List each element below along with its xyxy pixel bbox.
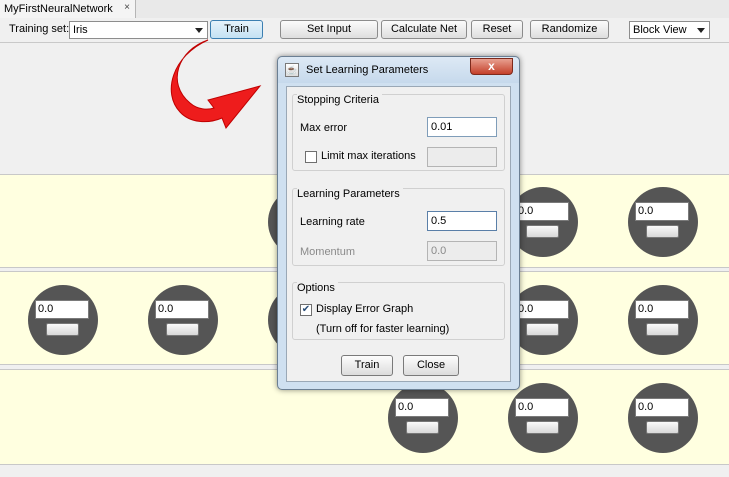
neuron-button[interactable] bbox=[406, 421, 439, 434]
train-button[interactable]: Train bbox=[210, 20, 263, 39]
chevron-down-icon bbox=[195, 28, 203, 33]
java-cup-icon: ☕ bbox=[285, 63, 299, 77]
neuron[interactable]: 0.0 bbox=[148, 285, 218, 355]
view-select[interactable]: Block View bbox=[629, 21, 710, 39]
neuron-button[interactable] bbox=[166, 323, 199, 336]
momentum-field[interactable]: 0.0 bbox=[427, 241, 497, 261]
learning-rate-field[interactable]: 0.5 bbox=[427, 211, 497, 231]
dialog-title: Set Learning Parameters bbox=[306, 64, 429, 76]
neuron[interactable]: 0.0 bbox=[508, 383, 578, 453]
training-set-select[interactable]: Iris bbox=[69, 21, 208, 39]
dialog-body: Stopping Criteria Max error 0.01 Limit m… bbox=[286, 86, 511, 382]
neuron-value: 0.0 bbox=[635, 398, 689, 417]
neuron[interactable]: 0.0 bbox=[628, 285, 698, 355]
neuron[interactable]: 0.0 bbox=[628, 187, 698, 257]
neuron-value: 0.0 bbox=[635, 300, 689, 319]
training-set-label: Training set: bbox=[9, 23, 70, 35]
calculate-net-button[interactable]: Calculate Net bbox=[381, 20, 467, 39]
dialog-close-button[interactable]: x bbox=[470, 58, 513, 75]
stopping-criteria-title: Stopping Criteria bbox=[297, 94, 382, 106]
red-curved-arrow-icon bbox=[170, 39, 262, 129]
learning-parameters-title: Learning Parameters bbox=[297, 188, 403, 200]
learning-parameters-group: Learning Parameters Learning rate 0.5 Mo… bbox=[292, 188, 505, 266]
neuron-button[interactable] bbox=[526, 421, 559, 434]
neuron[interactable]: 0.0 bbox=[388, 383, 458, 453]
neuron-value: 0.0 bbox=[395, 398, 449, 417]
options-group: Options ✔ Display Error Graph (Turn off … bbox=[292, 282, 505, 340]
neuron-button[interactable] bbox=[526, 323, 559, 336]
neuron-button[interactable] bbox=[646, 225, 679, 238]
neuron-button[interactable] bbox=[46, 323, 79, 336]
options-title: Options bbox=[297, 282, 338, 294]
neuron[interactable]: 0.0 bbox=[28, 285, 98, 355]
view-value: Block View bbox=[633, 24, 687, 36]
neuron-value: 0.0 bbox=[515, 202, 569, 221]
set-input-button[interactable]: Set Input bbox=[280, 20, 378, 39]
neuron-button[interactable] bbox=[646, 421, 679, 434]
max-error-label: Max error bbox=[300, 122, 348, 134]
display-error-graph-checkbox[interactable]: ✔ bbox=[300, 304, 312, 316]
neuron-button[interactable] bbox=[646, 323, 679, 336]
learning-rate-label: Learning rate bbox=[300, 216, 365, 228]
dialog-titlebar[interactable]: ☕ Set Learning Parameters x bbox=[278, 57, 519, 83]
neuron-value: 0.0 bbox=[155, 300, 209, 319]
max-iterations-field[interactable] bbox=[427, 147, 497, 167]
neuron-value: 0.0 bbox=[515, 300, 569, 319]
reset-button[interactable]: Reset bbox=[471, 20, 523, 39]
faster-learning-note: (Turn off for faster learning) bbox=[316, 323, 450, 335]
neuron-button[interactable] bbox=[526, 225, 559, 238]
limit-max-iterations-checkbox[interactable] bbox=[305, 151, 317, 163]
toolbar: Training set: Iris Train Set Input Calcu… bbox=[0, 18, 729, 43]
neuron-value: 0.0 bbox=[35, 300, 89, 319]
dialog-close-text-button[interactable]: Close bbox=[403, 355, 459, 376]
set-learning-parameters-dialog: ☕ Set Learning Parameters x Stopping Cri… bbox=[277, 56, 520, 390]
momentum-label: Momentum bbox=[300, 246, 356, 258]
neuron-value: 0.0 bbox=[635, 202, 689, 221]
display-error-graph-label: Display Error Graph bbox=[316, 303, 414, 315]
tab-close-icon[interactable]: × bbox=[124, 2, 130, 13]
max-error-field[interactable]: 0.01 bbox=[427, 117, 497, 137]
tab-my-first-neural-network[interactable]: MyFirstNeuralNetwork × bbox=[0, 0, 136, 18]
tab-title: MyFirstNeuralNetwork bbox=[4, 3, 113, 15]
stopping-criteria-group: Stopping Criteria Max error 0.01 Limit m… bbox=[292, 94, 505, 171]
neuron[interactable]: 0.0 bbox=[628, 383, 698, 453]
randomize-button[interactable]: Randomize bbox=[530, 20, 609, 39]
neuron-value: 0.0 bbox=[515, 398, 569, 417]
tab-bar: MyFirstNeuralNetwork × bbox=[0, 0, 729, 19]
training-set-value: Iris bbox=[73, 24, 88, 36]
dialog-train-button[interactable]: Train bbox=[341, 355, 393, 376]
limit-max-iterations-label: Limit max iterations bbox=[321, 150, 416, 162]
chevron-down-icon bbox=[697, 28, 705, 33]
